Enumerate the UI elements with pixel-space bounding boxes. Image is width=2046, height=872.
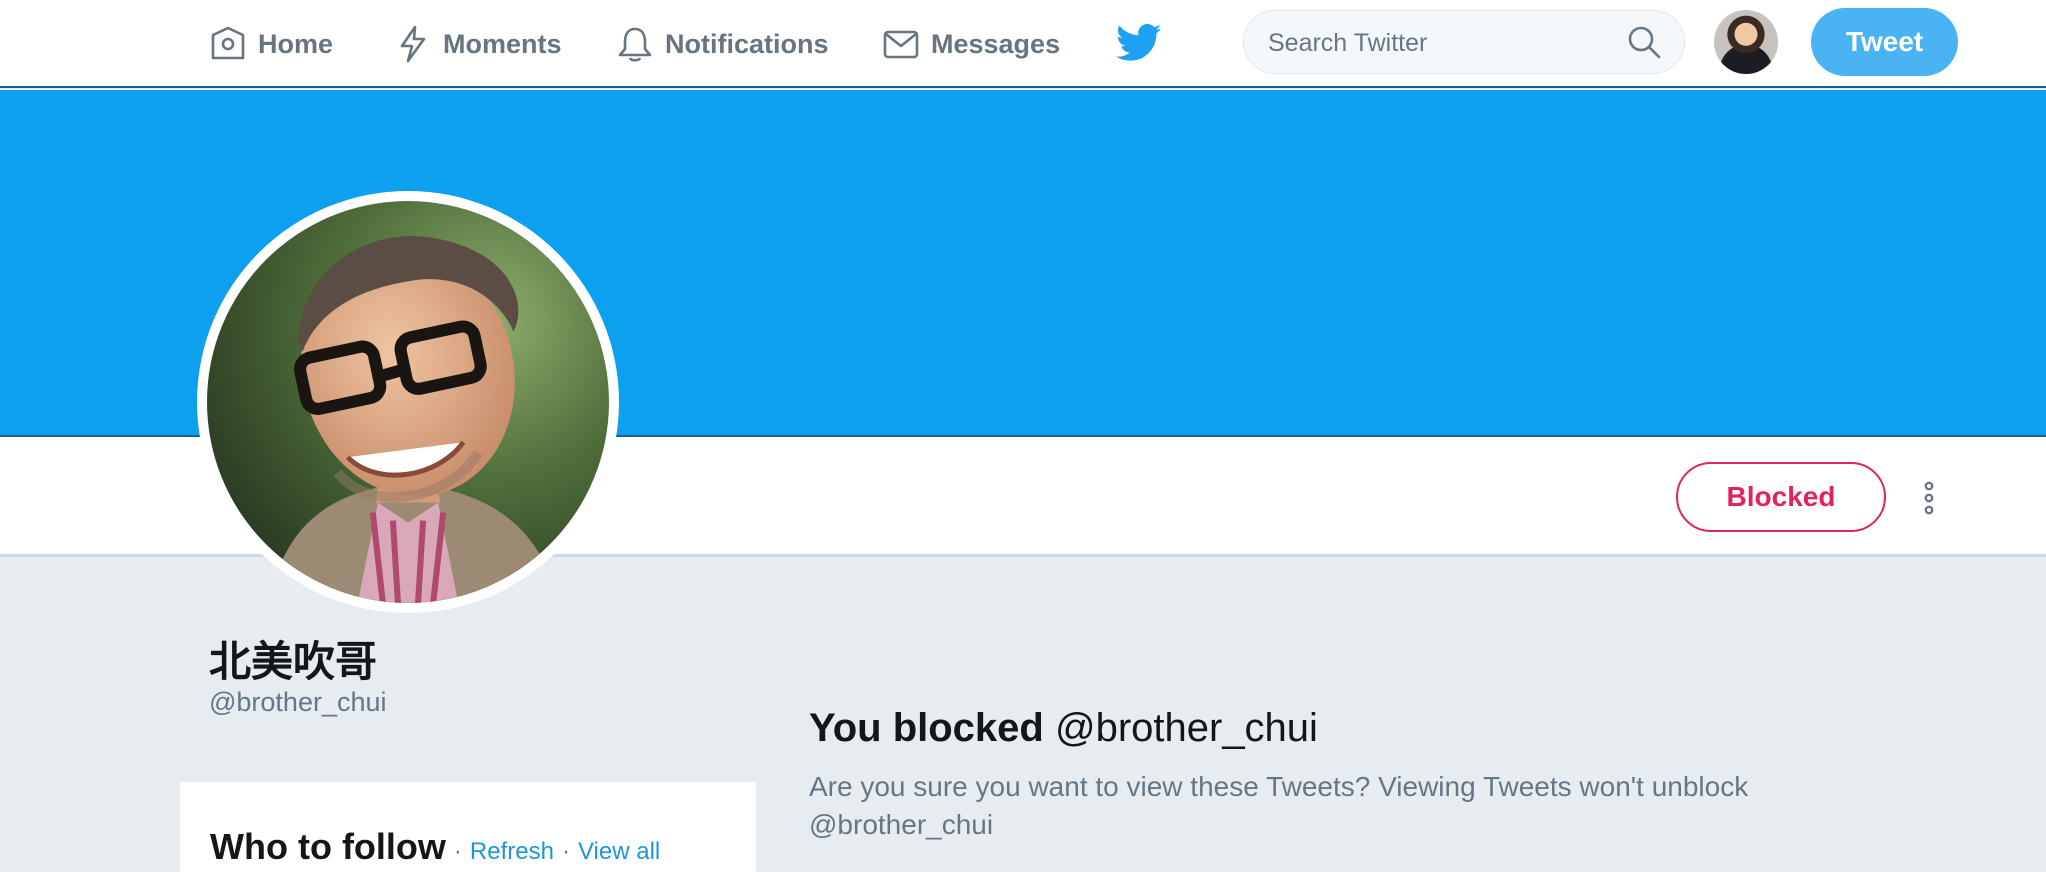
nav-home-label: Home (258, 28, 334, 59)
nav-moments-label: Moments (443, 28, 562, 59)
profile-photo (207, 201, 609, 603)
blocked-notice-prefix: You blocked (809, 706, 1044, 750)
blocked-notice-handle: @brother_chui (1054, 706, 1318, 750)
separator-dot: · (453, 838, 462, 865)
tweet-button[interactable]: Tweet (1811, 8, 1958, 76)
blocked-button[interactable]: Blocked (1676, 462, 1886, 532)
refresh-link[interactable]: Refresh (470, 838, 554, 866)
profile-screen-name[interactable]: @brother_chui (209, 687, 387, 718)
nav-moments[interactable]: Moments (393, 22, 562, 66)
account-avatar[interactable] (1714, 10, 1778, 74)
nav-notifications[interactable]: Notifications (615, 22, 829, 66)
profile-display-name: 北美吹哥 (209, 637, 378, 686)
profile-avatar[interactable] (197, 191, 619, 613)
blocked-notice-title: You blocked @brother_chui (809, 706, 1318, 751)
home-icon (211, 26, 245, 60)
nav-notifications-label: Notifications (665, 28, 829, 59)
more-icon[interactable] (1918, 478, 1940, 518)
who-to-follow-header: Who to follow · Refresh · View all (210, 826, 660, 868)
nav-home[interactable]: Home (208, 22, 333, 66)
view-all-link[interactable]: View all (578, 838, 660, 866)
notifications-icon (618, 27, 652, 62)
search-input[interactable] (1268, 23, 1608, 63)
twitter-logo-icon[interactable] (1116, 22, 1162, 64)
blocked-notice-description: Are you sure you want to view these Twee… (809, 771, 1749, 840)
who-to-follow-card: Who to follow · Refresh · View all (180, 782, 756, 872)
search-icon[interactable] (1626, 24, 1662, 60)
moments-icon (400, 25, 426, 63)
separator-dot: · (561, 838, 570, 865)
nav-messages-label: Messages (931, 28, 1061, 59)
nav-messages[interactable]: Messages (881, 22, 1060, 66)
search-box (1243, 10, 1685, 74)
messages-icon (883, 30, 919, 59)
top-navigation-bar: Home Moments Notifications Messages Twee… (0, 0, 2046, 88)
who-to-follow-title: Who to follow (210, 826, 446, 867)
